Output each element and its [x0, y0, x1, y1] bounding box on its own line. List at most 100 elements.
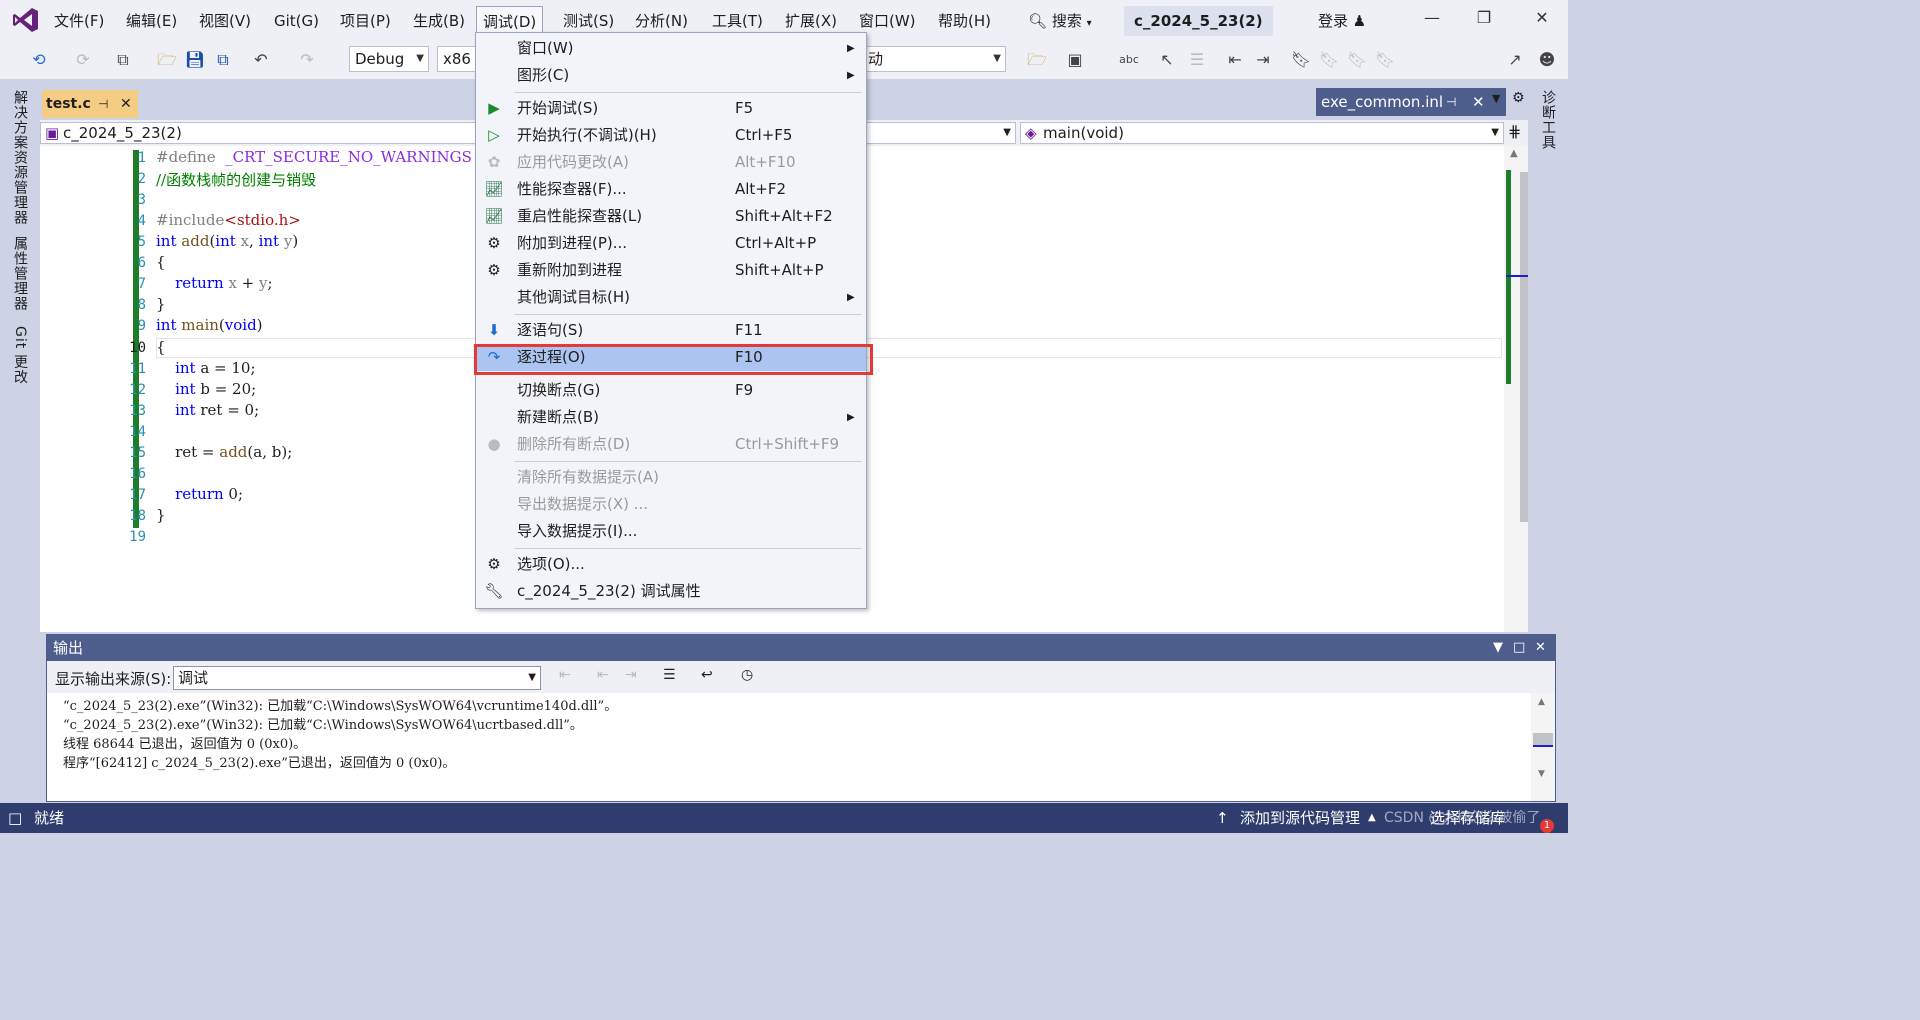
output-source-select[interactable]: 调试 ▼ [173, 666, 541, 690]
platform-select[interactable]: x86 [437, 46, 477, 72]
pin-icon[interactable]: ⊣ [98, 90, 108, 118]
clear-bookmark-icon[interactable]: 🔖︎ [1374, 49, 1396, 71]
rail-tab-solution-explorer[interactable]: 解决方案资源管理器 [10, 90, 30, 225]
scroll-up-icon[interactable]: ▲ [1538, 697, 1545, 707]
forward-icon[interactable]: ⟳ [72, 49, 94, 71]
layout-icon[interactable]: ▣ [1064, 49, 1086, 71]
word-wrap-icon[interactable]: ↩ [701, 667, 713, 683]
tab-test-c[interactable]: test.c ⊣ ✕ [42, 90, 138, 118]
rail-tab-property-manager[interactable]: 属性管理器 [10, 236, 30, 311]
browse-folder-icon[interactable]: 🗁︎ [1026, 49, 1048, 71]
menu-git[interactable]: Git(G) [268, 10, 325, 32]
menu-item-graphics[interactable]: 图形(C) ▶ [476, 62, 866, 89]
cursor-icon[interactable]: ↖ [1156, 49, 1178, 71]
menu-help[interactable]: 帮助(H) [932, 10, 997, 32]
menu-item-apply-code-changes[interactable]: ✿ 应用代码更改(A) Alt+F10 [476, 149, 866, 176]
menu-item-export-datatips[interactable]: 导出数据提示(X) ... [476, 491, 866, 518]
menu-window[interactable]: 窗口(W) [853, 10, 922, 32]
menu-item-window[interactable]: 窗口(W) ▶ [476, 35, 866, 62]
rail-tab-diagnostic-tools[interactable]: 诊断工具 [1538, 90, 1558, 150]
menu-item-step-into[interactable]: ⬇ 逐语句(S) F11 [476, 317, 866, 344]
feedback-icon[interactable]: ☻ [1536, 49, 1558, 71]
menu-item-start-debugging[interactable]: ▶ 开始调试(S) F5 [476, 95, 866, 122]
menu-edit[interactable]: 编辑(E) [120, 10, 183, 32]
menu-item-other-debug-targets[interactable]: 其他调试目标(H) ▶ [476, 284, 866, 311]
scroll-up-icon[interactable]: ▲ [1510, 148, 1518, 159]
new-project-icon[interactable]: ⧉ [112, 49, 134, 71]
rail-tab-git-changes[interactable]: Git 更改 [10, 326, 30, 385]
menu-item-debug-properties[interactable]: 🔧︎ c_2024_5_23(2) 调试属性 [476, 578, 866, 605]
configuration-select[interactable]: Debug ▼ [349, 46, 429, 72]
share-icon[interactable]: ↗ [1504, 49, 1526, 71]
clear-all-icon[interactable]: ☰ [663, 667, 676, 683]
line-number: 16 [129, 466, 146, 482]
chevron-down-icon[interactable]: ▼ [1493, 635, 1503, 661]
menu-item-new-breakpoint[interactable]: 新建断点(B) ▶ [476, 404, 866, 431]
notification-panel-icon[interactable]: □ [8, 803, 22, 833]
spellcheck-icon[interactable]: abc [1118, 49, 1140, 71]
next-message-icon[interactable]: ⇥ [625, 667, 637, 683]
restore-icon[interactable]: ❐ [1472, 8, 1496, 32]
menu-test[interactable]: 测试(S) [557, 10, 620, 32]
add-to-source-control-button[interactable]: 添加到源代码管理 [1240, 803, 1360, 833]
menu-separator [514, 461, 862, 462]
search-button[interactable]: 🔍︎ 搜索 ▾ [1028, 10, 1092, 31]
menu-build[interactable]: 生成(B) [407, 10, 471, 32]
menu-analyze[interactable]: 分析(N) [629, 10, 694, 32]
gear-icon[interactable]: ⚙ [1512, 90, 1525, 106]
save-icon[interactable]: 💾︎ [184, 49, 206, 71]
menu-item-reattach-to-process[interactable]: ⚙ 重新附加到进程 Shift+Alt+P [476, 257, 866, 284]
outdent-icon[interactable]: ⇤ [1224, 49, 1246, 71]
redo-icon[interactable]: ↷ [296, 49, 318, 71]
scrollbar-thumb[interactable] [1520, 172, 1528, 522]
close-icon[interactable]: ✕ [1472, 88, 1485, 116]
menu-extensions[interactable]: 扩展(X) [779, 10, 843, 32]
menu-item-start-without-debugging[interactable]: ▷ 开始执行(不调试)(H) Ctrl+F5 [476, 122, 866, 149]
submenu-arrow-icon: ▶ [847, 292, 855, 303]
menu-item-delete-all-breakpoints[interactable]: ● 删除所有断点(D) Ctrl+Shift+F9 [476, 431, 866, 458]
scroll-down-icon[interactable]: ▼ [1538, 769, 1545, 779]
menu-view[interactable]: 视图(V) [193, 10, 257, 32]
menu-item-performance-profiler[interactable]: 📈︎ 性能探查器(F)... Alt+F2 [476, 176, 866, 203]
indent-icon[interactable]: ⇥ [1252, 49, 1274, 71]
pin-icon[interactable]: ⊣ [1446, 88, 1456, 116]
scrollbar-thumb[interactable] [1533, 733, 1553, 747]
delete-breakpoints-icon: ● [487, 435, 501, 453]
clock-icon[interactable]: ◷ [741, 667, 753, 683]
output-scrollbar[interactable]: ▲ ▼ [1531, 693, 1555, 801]
chevron-down-icon[interactable]: ▼ [1492, 92, 1500, 105]
startup-item-select[interactable]: 动 ▼ [862, 46, 1006, 72]
close-icon[interactable]: ✕ [1535, 635, 1546, 661]
minimize-icon[interactable]: — [1420, 8, 1444, 32]
format-icon[interactable]: ☰ [1186, 49, 1208, 71]
bookmark-icon[interactable]: 🔖︎ [1290, 49, 1312, 71]
maximize-icon[interactable]: □ [1513, 635, 1525, 661]
type-scope-select[interactable]: ▼ [866, 122, 1016, 144]
menu-item-options[interactable]: ⚙ 选项(O)... [476, 551, 866, 578]
menu-item-clear-all-datatips[interactable]: 清除所有数据提示(A) [476, 464, 866, 491]
menu-item-shortcut: F11 [735, 321, 763, 339]
back-icon[interactable]: ⟲ [28, 49, 50, 71]
tab-exe-common[interactable]: exe_common.inl ⊣ ✕ [1316, 88, 1506, 116]
menu-item-attach-to-process[interactable]: ⚙ 附加到进程(P)... Ctrl+Alt+P [476, 230, 866, 257]
save-all-icon[interactable]: ⧉ [212, 49, 234, 71]
notification-badge[interactable]: 1 [1540, 819, 1554, 833]
menu-item-toggle-breakpoint[interactable]: 切换断点(G) F9 [476, 377, 866, 404]
member-select[interactable]: ◈ main(void) ▼ [1020, 122, 1504, 144]
open-folder-icon[interactable]: 🗁︎ [156, 49, 178, 71]
next-bookmark-icon[interactable]: 🔖︎ [1346, 49, 1368, 71]
close-icon[interactable]: ✕ [120, 90, 132, 118]
prev-bookmark-icon[interactable]: 🔖︎ [1318, 49, 1340, 71]
menu-file[interactable]: 文件(F) [48, 10, 110, 32]
menu-item-import-datatips[interactable]: 导入数据提示(I)... [476, 518, 866, 545]
menu-tools[interactable]: 工具(T) [706, 10, 769, 32]
project-scope-select[interactable]: ▣ c_2024_5_23(2) [40, 122, 476, 144]
menu-item-relaunch-profiler[interactable]: 📈︎ 重启性能探查器(L) Shift+Alt+F2 [476, 203, 866, 230]
prev-message-icon[interactable]: ⇤ [597, 667, 609, 683]
login-button[interactable]: 登录 ♟ [1318, 10, 1366, 31]
undo-icon[interactable]: ↶ [250, 49, 272, 71]
split-icon[interactable]: ⋕ [1508, 122, 1521, 141]
close-window-icon[interactable]: ✕ [1530, 8, 1554, 32]
find-message-icon[interactable]: ⇤ [559, 667, 571, 683]
menu-project[interactable]: 项目(P) [334, 10, 397, 32]
